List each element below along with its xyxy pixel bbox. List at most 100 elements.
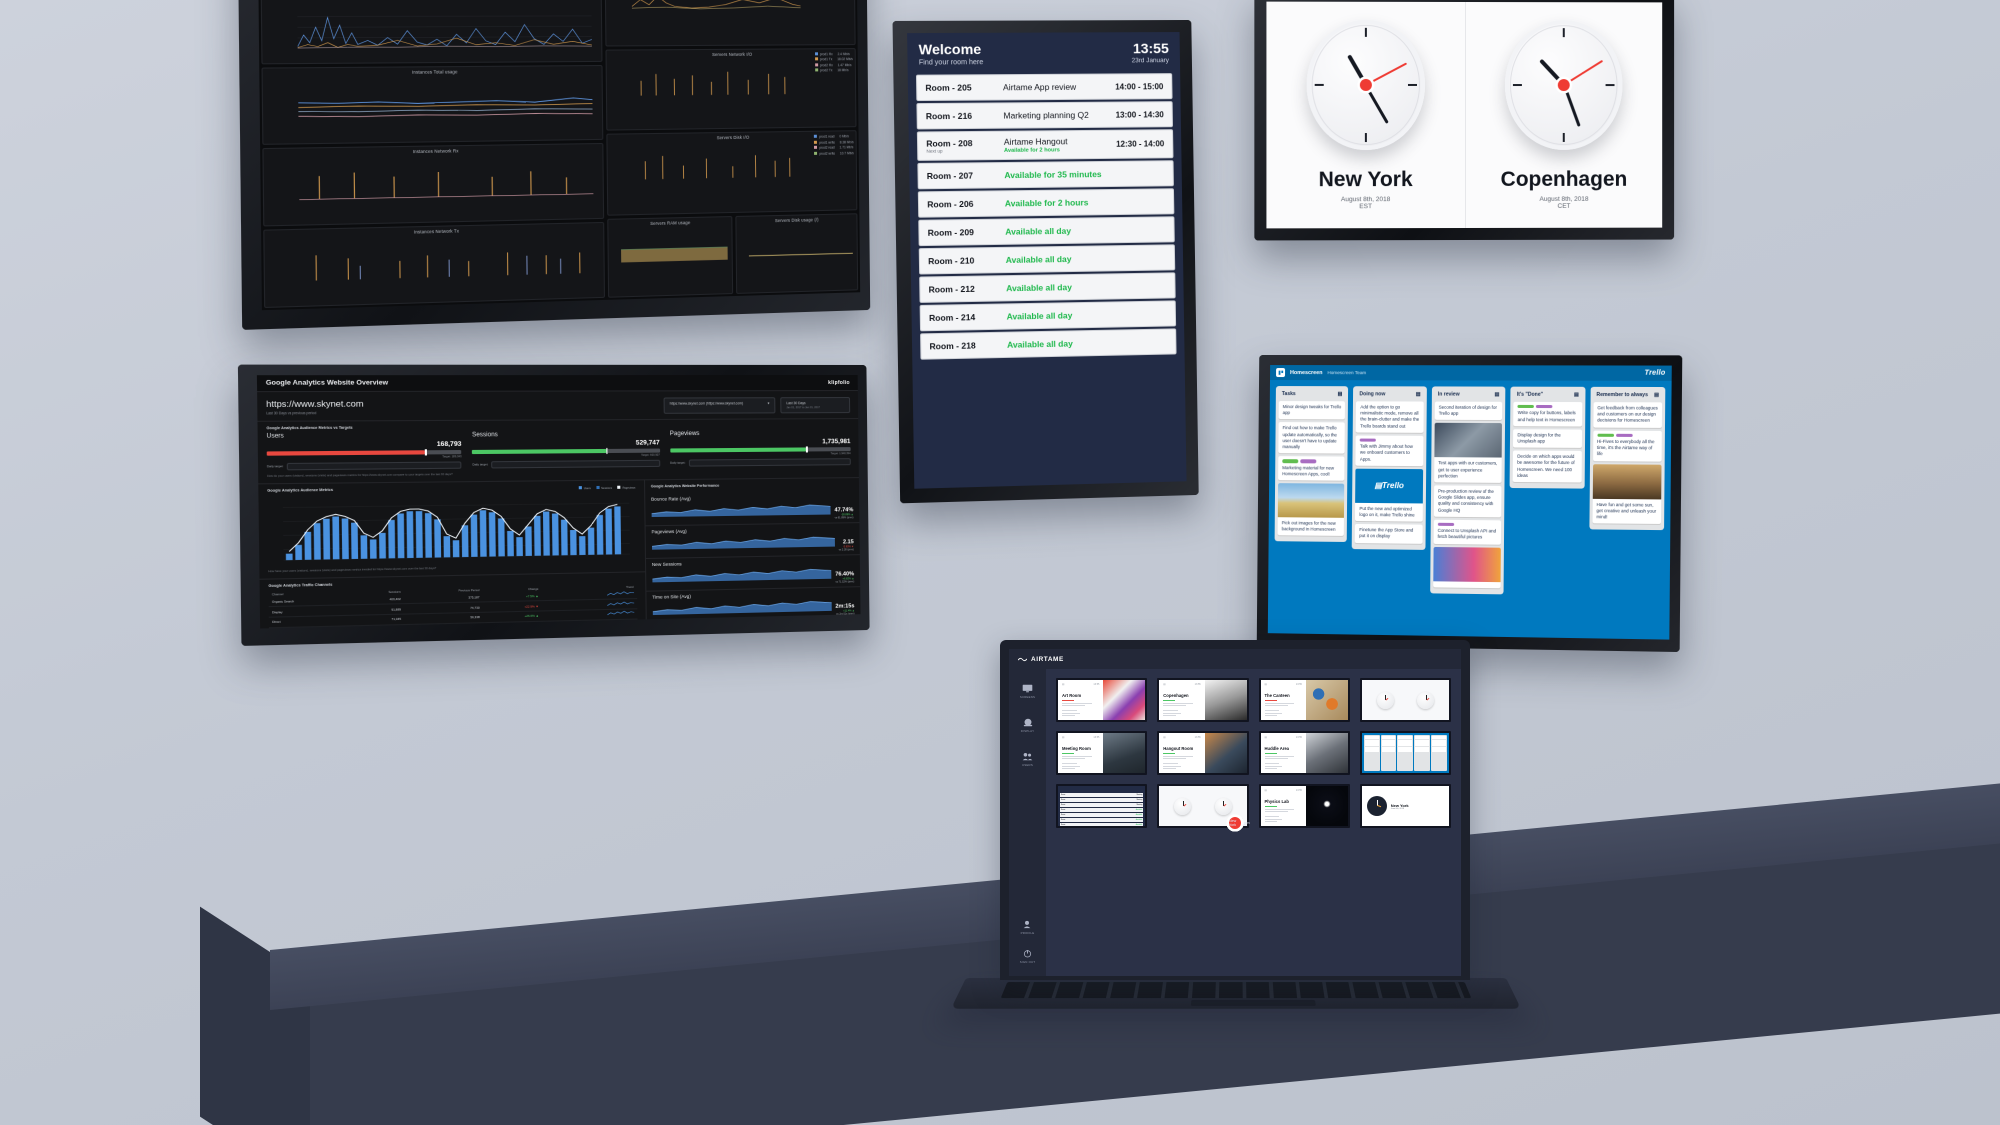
trello-card[interactable]: Write copy for buttons, labels and help … xyxy=(1513,401,1582,427)
trello-card[interactable]: Find out how to make Trello update autom… xyxy=(1278,422,1346,454)
trello-card[interactable]: Get feedback from colleagues and custome… xyxy=(1593,402,1663,428)
screen-tile[interactable]: ▤13:55 Copenhagen Copenhagen xyxy=(1157,678,1250,829)
room-row[interactable]: Room - 209 Available all day xyxy=(918,216,1175,247)
trello-card[interactable]: Have fun and get some sun, get creative … xyxy=(1592,463,1662,525)
screen-tile[interactable]: ▤13:55 The Canteen The Canteen xyxy=(1229,678,1350,829)
screen-tile[interactable]: Hallway 2nd Floor xyxy=(1229,678,1451,829)
laptop-keyboard[interactable] xyxy=(1000,982,1471,998)
trello-card[interactable]: Talk with Jimmy about how we onboard cus… xyxy=(1355,435,1424,466)
performance-row: Bounce Rate (Avg) 47.74% -28.89% ▲ vs 61… xyxy=(644,490,860,526)
klipfolio-logo: klipfolio xyxy=(828,379,850,386)
sidebar-item-display[interactable]: DISPLAY xyxy=(1021,717,1034,733)
kpi-users: Users 168,793 Target: 189,343 Daily targ… xyxy=(266,432,462,470)
chart-bar xyxy=(351,522,359,559)
legend-item: prod2 Tx 18 Mb/s xyxy=(814,68,853,74)
cloud-icon xyxy=(1022,717,1034,727)
room-row[interactable]: Room - 207 Available for 35 minutes xyxy=(917,160,1174,190)
room-row[interactable]: Room - 218 Available all day xyxy=(920,328,1177,360)
room-row[interactable]: Room - 214 Available all day xyxy=(919,300,1177,332)
trello-board-display: Homescreen Homescreen Team Trello Tasks ▤… xyxy=(1256,354,1683,653)
trello-columns: Tasks ▤ Minor design tweaks for Trello ap… xyxy=(1268,380,1672,602)
column-menu-icon[interactable]: ▤ xyxy=(1495,392,1500,398)
property-select[interactable]: https://www.skynet.com (https://www.skyn… xyxy=(663,397,776,414)
room-number: Room - 205 xyxy=(925,82,972,93)
sidebar-item-profile[interactable]: PROFILE xyxy=(1020,919,1036,935)
chart-bar xyxy=(560,519,568,555)
monitoring-panel-instances-tx: Instances Network Tx xyxy=(263,222,606,309)
screen-tile[interactable]: Team Dashboard xyxy=(1229,731,1451,829)
room-status: Available all day xyxy=(1006,310,1073,322)
slide-title: Hangout Room xyxy=(1163,746,1194,751)
board-icon xyxy=(1276,368,1286,378)
servers-disk-legend: prod1 read 0 Mb/s prod1 write 8.38 Mb/s pr… xyxy=(814,134,854,157)
screen-tile[interactable]: ▤13:55 Physics Lab Physics Lab xyxy=(1229,784,1350,829)
room-row[interactable]: Room - 212 Available all day xyxy=(919,272,1176,303)
sidebar-item-signout[interactable]: SIGN OUT xyxy=(1020,948,1036,964)
trello-card[interactable]: Decide on which apps would be awesome fo… xyxy=(1512,450,1582,483)
room-row[interactable]: Room - 210 Available all day xyxy=(918,244,1176,275)
chart-bar xyxy=(424,512,432,558)
spark-servers-disk xyxy=(633,152,797,181)
trello-card[interactable]: Minor design tweaks for Trello app xyxy=(1278,401,1346,420)
slide-title: Physics Lab xyxy=(1264,799,1289,804)
column-menu-icon[interactable]: ▤ xyxy=(1654,392,1659,398)
screen-thumbnail: ▤ 13:55 Hangout Room xyxy=(1157,731,1249,775)
trello-card[interactable]: Pick out images for the new background i… xyxy=(1277,483,1345,537)
monitoring-panel-servers-disk: Servers Disk I/O prod1 read 0 Mb/s prod1 … xyxy=(606,130,858,216)
performance-row: Pageviews (Avg) 2.15 -5.83% ▼ vs 2.28 (p… xyxy=(645,522,860,559)
trello-card[interactable]: Display design for the Unsplash app xyxy=(1513,429,1582,449)
room-time xyxy=(1105,314,1167,315)
screen-thumbnail: New York June 6th, 2018 xyxy=(1359,784,1451,828)
screen-tile[interactable]: ▤13:55 Meeting Room Meeting Room xyxy=(1056,731,1242,829)
screen-tile[interactable]: Room Meeting Room Meeting Room Meeting Room Ava… xyxy=(1056,784,1243,829)
room-number: Room - 212 xyxy=(928,283,975,295)
trello-card[interactable]: Pre-production review of the Google Slid… xyxy=(1433,485,1502,518)
room-row[interactable]: Room - 208 Next up Airtame Hangout Avail… xyxy=(916,129,1174,161)
current-date: 23rd January xyxy=(1131,57,1170,65)
kpi-name: Users xyxy=(266,433,284,440)
trello-card[interactable]: Marketing material for new Homescreen Ap… xyxy=(1278,456,1345,481)
card-text: Get feedback from colleagues and custome… xyxy=(1597,405,1658,424)
card-cover-image xyxy=(1433,546,1502,582)
sidebar-item-screens[interactable]: SCREENS xyxy=(1020,683,1035,699)
trello-card[interactable]: Connect to Unsplash API and fetch beauti… xyxy=(1433,519,1502,545)
room-number: Room - 210 xyxy=(928,255,975,267)
sidebar-item-users[interactable]: USERS xyxy=(1022,751,1034,767)
screen-tile[interactable]: New York June 6th, 2018 New York xyxy=(1229,784,1451,829)
screen-tile[interactable]: ▤13:55 Hangout Room Hangout Room xyxy=(1157,731,1249,829)
room-row[interactable]: Room - 205 Airtame App review 14:00 - 15… xyxy=(915,73,1173,102)
card-text: Add the option to go minimalistic mode, … xyxy=(1360,404,1420,429)
card-label xyxy=(1437,522,1454,527)
performance-row: New Sessions 76.40% +6.82% ▲ vs 71.52% (… xyxy=(645,554,861,592)
screen-tile[interactable]: ▤13:55 Huddle Area Huddle Area xyxy=(1229,731,1350,829)
trello-card[interactable]: Test apps with our customers, get to use… xyxy=(1433,423,1503,483)
trello-card[interactable] xyxy=(1433,546,1502,588)
spark-servers-cpu xyxy=(631,0,800,12)
card-text: Have fun and get some sun, get creative … xyxy=(1596,501,1657,520)
screen-tile[interactable]: ▤13:55 Art Room Art Room xyxy=(1056,678,1241,829)
trello-card[interactable]: Finetune the App Store and put it on dis… xyxy=(1355,524,1423,544)
room-row[interactable]: Room - 216 Marketing planning Q2 13:00 -… xyxy=(916,101,1173,130)
laptop-trackpad[interactable] xyxy=(1190,999,1316,1007)
ga-main-body: Google Analytics Audience Metrics Users S… xyxy=(258,478,861,629)
trello-card[interactable]: Add the option to go minimalistic mode, … xyxy=(1356,401,1424,433)
card-text: Find out how to make Trello update autom… xyxy=(1282,425,1337,450)
clock-copenhagen: Copenhagen August 8th, 2018 CET xyxy=(1464,1,1663,229)
monitoring-screen-content: prd1.prd.airtame.com 93.53%airtame.prd.a… xyxy=(257,0,861,311)
column-menu-icon[interactable]: ▤ xyxy=(1338,391,1343,397)
laptop-base xyxy=(950,978,1522,1009)
date-range-select[interactable]: Last 30 Days Jan 01, 2017 to Jan 31, 201… xyxy=(780,397,851,414)
chart-bar xyxy=(443,535,451,557)
card-text: Minor design tweaks for Trello app xyxy=(1282,404,1342,416)
trello-card[interactable]: ▤Trello Put the new and optimized logo o… xyxy=(1355,468,1423,522)
chart-bar xyxy=(332,515,340,559)
column-menu-icon[interactable]: ▤ xyxy=(1574,392,1579,398)
trello-card[interactable]: Second iteration of design for Trello ap… xyxy=(1434,401,1503,421)
chart-bar xyxy=(313,522,321,560)
room-row[interactable]: Room - 206 Available for 2 hours xyxy=(917,188,1175,218)
performance-metrics-list: Bounce Rate (Avg) 47.74% -28.89% ▲ vs 61… xyxy=(644,490,861,624)
column-menu-icon[interactable]: ▤ xyxy=(1416,391,1421,397)
trello-card[interactable]: Hi-Fives to everybody all the time, it's… xyxy=(1592,430,1662,462)
ga-targets-section: Google Analytics Audience Metrics vs Tar… xyxy=(257,419,859,484)
slide-image xyxy=(1305,786,1348,826)
